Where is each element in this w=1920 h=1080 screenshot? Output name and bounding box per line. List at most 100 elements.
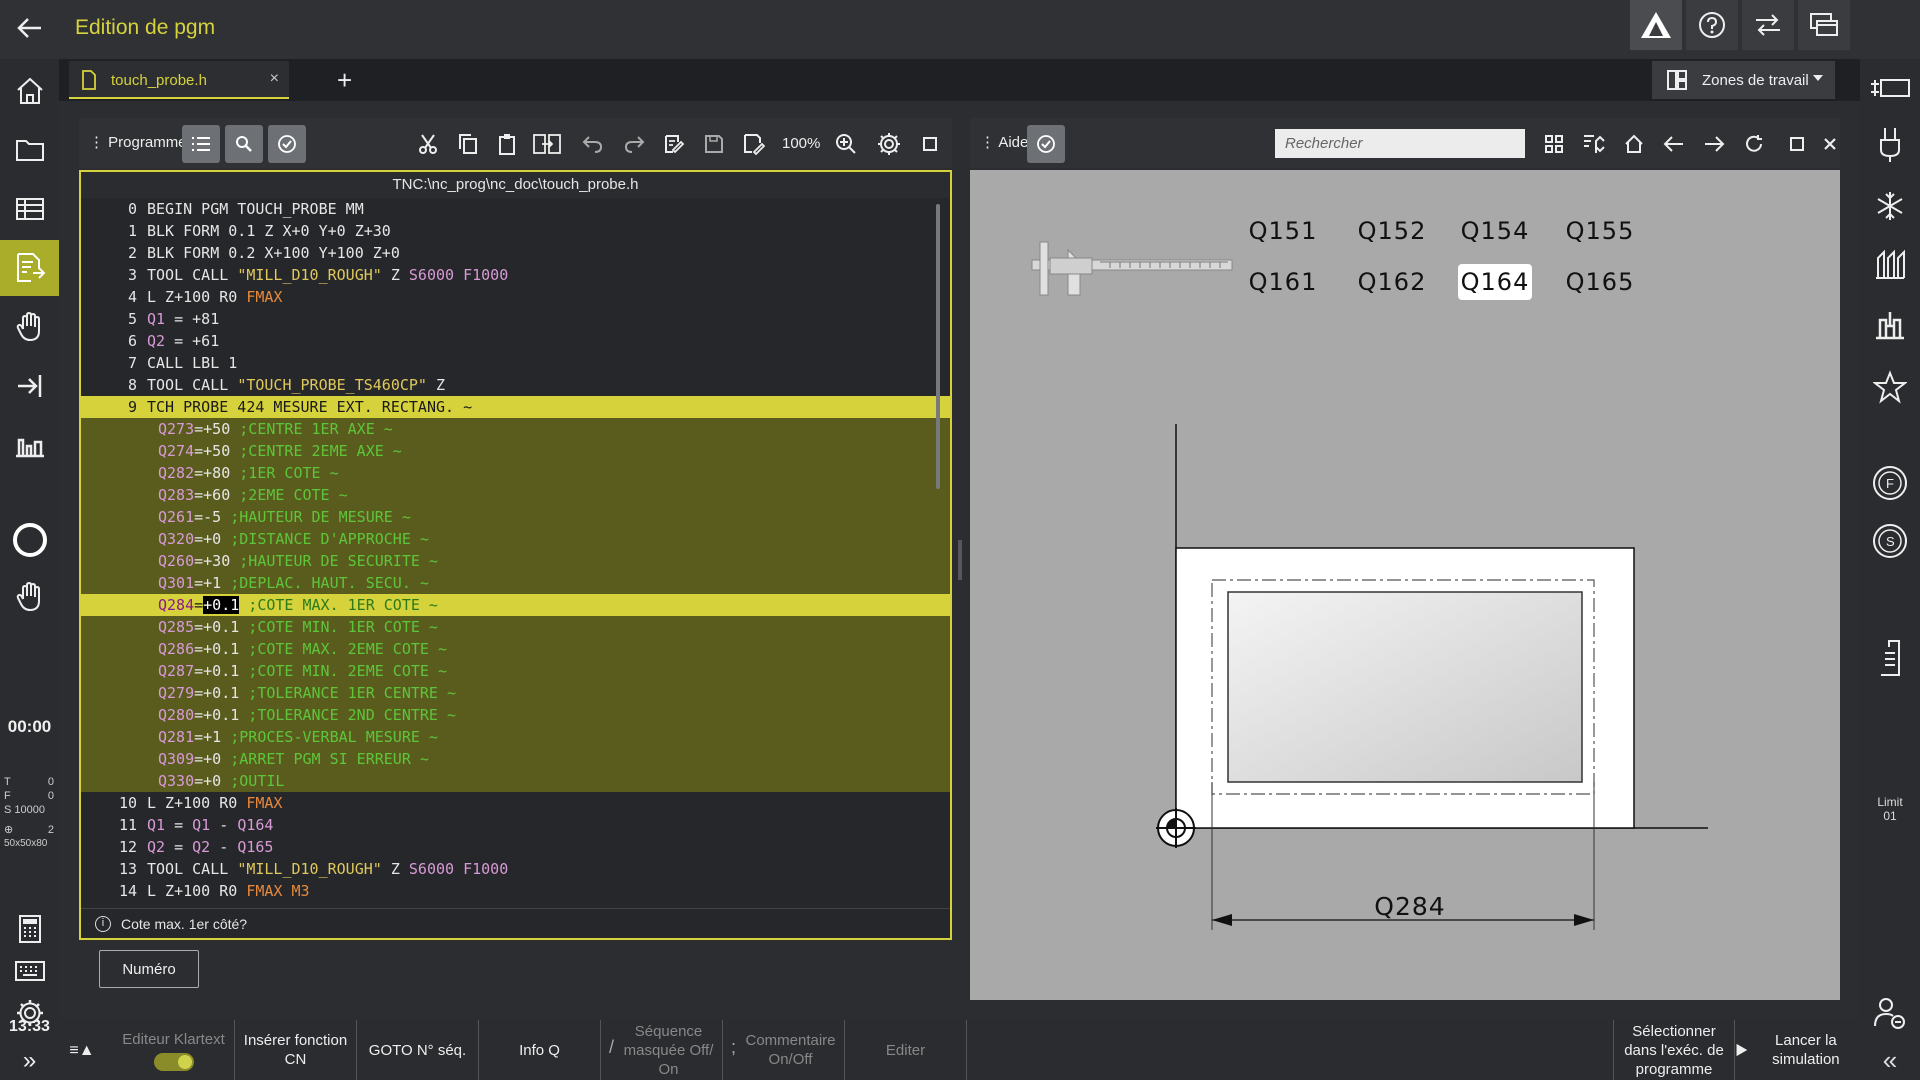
axis-button[interactable] [1860,631,1920,683]
favorites-button[interactable] [1860,361,1920,413]
undo-button[interactable] [574,125,612,163]
user-button[interactable] [1860,987,1920,1039]
nav-machine[interactable] [0,417,59,473]
measure-button[interactable] [1860,239,1920,291]
feed-override-button[interactable]: F [1860,457,1920,509]
windows-button[interactable] [1798,0,1850,50]
comment-toggle-button[interactable]: ; Commentaire On/Off [723,1020,845,1080]
edit-button[interactable]: Editer [845,1020,967,1080]
code-line[interactable]: 0 BEGIN PGM TOUCH_PROBE MM [81,198,950,220]
q-button[interactable]: Q154 [1458,213,1532,249]
help-check-button[interactable] [1027,125,1065,163]
expand-sidebar-button[interactable]: » [0,1047,59,1075]
collapse-button[interactable]: « [1860,1045,1920,1075]
info-q-button[interactable]: Info Q [479,1020,601,1080]
nc-editor[interactable]: TNC:\nc_prog\nc_doc\touch_probe.h 0 BEGIN… [79,170,952,940]
code-line[interactable]: Q273=+50 ;CENTRE 1ER AXE ~ [81,418,950,440]
goto-block-button[interactable]: GOTO N° séq. [357,1020,479,1080]
redo-button[interactable] [615,125,653,163]
help-grid-button[interactable] [1535,125,1573,163]
q-button[interactable]: Q152 [1355,213,1429,249]
editor-scrollbar[interactable] [936,204,940,489]
code-line[interactable]: Q285=+0.1 ;COTE MIN. 1ER COTE ~ [81,616,950,638]
code-line[interactable]: 14 L Z+100 R0 FMAX M3 [81,880,950,902]
transfer-button[interactable] [1742,0,1794,50]
zones-dropdown[interactable]: Zones de travail [1652,61,1835,99]
spindle-override-button[interactable]: S [1860,515,1920,567]
copy-button[interactable] [449,125,487,163]
numero-button[interactable]: Numéro [99,950,199,988]
code-line[interactable]: 1 BLK FORM 0.1 Z X+0 Y+0 Z+30 [81,220,950,242]
code-line[interactable]: 8 TOOL CALL "TOUCH_PROBE_TS460CP" Z [81,374,950,396]
file-tab[interactable]: touch_probe.h × [69,61,289,99]
tool-button[interactable] [1860,119,1920,171]
coolant-button[interactable] [1860,180,1920,232]
nav-program-edit[interactable] [0,240,59,296]
nav-manual[interactable] [0,299,59,355]
klartext-switch[interactable] [153,1052,194,1071]
help-forward-button[interactable] [1695,125,1733,163]
code-line[interactable]: 11 Q1 = Q1 - Q164 [81,814,950,836]
code-line[interactable]: 13 TOOL CALL "MILL_D10_ROUGH" Z S6000 F10… [81,858,950,880]
nav-execute[interactable] [0,358,59,414]
code-line[interactable]: 4 L Z+100 R0 FMAX [81,286,950,308]
warning-button[interactable] [1630,0,1682,50]
code-line[interactable]: Q283=+60 ;2EME COTE ~ [81,484,950,506]
help-close-button[interactable] [1811,125,1849,163]
q-button[interactable]: Q165 [1563,264,1637,300]
close-tab-button[interactable]: × [270,70,279,88]
code-line[interactable]: 3 TOOL CALL "MILL_D10_ROUGH" Z S6000 F100… [81,264,950,286]
paste-button[interactable] [488,125,526,163]
help-home-button[interactable] [1615,125,1653,163]
code-line[interactable]: Q286=+0.1 ;COTE MAX. 2EME COTE ~ [81,638,950,660]
code-line[interactable]: Q320=+0 ;DISTANCE D'APPROCHE ~ [81,528,950,550]
code-line[interactable]: Q301=+1 ;DEPLAC. HAUT. SECU. ~ [81,572,950,594]
insert-nc-function-button[interactable]: Insérer fonction CN [235,1020,357,1080]
code-line[interactable]: Q280=+0.1 ;TOLERANCE 2ND CENTRE ~ [81,704,950,726]
code-line[interactable]: Q260=+30 ;HAUTEUR DE SECURITE ~ [81,550,950,572]
select-in-execution-button[interactable]: Sélectionner dans l'exéc. de programme [1613,1020,1735,1080]
list-view-button[interactable] [182,125,220,163]
manual-override[interactable] [0,569,59,625]
code-line[interactable]: 6 Q2 = +61 [81,330,950,352]
nav-home[interactable] [0,63,59,119]
program-settings-button[interactable] [870,125,908,163]
code-line[interactable]: Q261=-5 ;HAUTEUR DE MESURE ~ [81,506,950,528]
search-button[interactable] [225,125,263,163]
code-line[interactable]: Q330=+0 ;OUTIL [81,770,950,792]
help-refresh-button[interactable] [1735,125,1773,163]
nav-tables[interactable] [0,181,59,237]
code-line[interactable]: 9 TCH PROBE 424 MESURE EXT. RECTANG. ~ [81,396,950,418]
menu-button[interactable]: ≡▲ [59,1020,105,1080]
zoom-button[interactable] [827,125,865,163]
code-line[interactable]: 7 CALL LBL 1 [81,352,950,374]
code-listing[interactable]: 0 BEGIN PGM TOUCH_PROBE MM 1 BLK FORM 0.1 Z… [81,198,950,902]
code-line[interactable]: 12 Q2 = Q2 - Q165 [81,836,950,858]
code-line[interactable]: 5 Q1 = +81 [81,308,950,330]
add-tab-button[interactable]: + [337,65,352,96]
machine-view-button[interactable] [1860,62,1920,114]
klartext-toggle[interactable]: Editeur Klartext [113,1020,235,1080]
maximize-button[interactable] [911,125,949,163]
code-line[interactable]: 10 L Z+100 R0 FMAX [81,792,950,814]
launch-simulation-button[interactable]: Lancer la simulation [1735,1020,1857,1080]
probe-button[interactable] [1860,299,1920,351]
code-line[interactable]: Q287=+0.1 ;COTE MIN. 2EME COTE ~ [81,660,950,682]
code-line[interactable]: Q309=+0 ;ARRET PGM SI ERREUR ~ [81,748,950,770]
q-button[interactable]: Q164 [1458,264,1532,300]
help-back-button[interactable] [1655,125,1693,163]
help-button[interactable] [1686,0,1738,50]
save-as-button[interactable] [735,125,773,163]
q-button[interactable]: Q155 [1563,213,1637,249]
edit-line-button[interactable] [655,125,693,163]
code-line[interactable]: Q282=+80 ;1ER COTE ~ [81,462,950,484]
code-line[interactable]: Q274=+50 ;CENTRE 2EME AXE ~ [81,440,950,462]
cut-button[interactable] [409,125,447,163]
code-line[interactable]: 2 BLK FORM 0.2 X+100 Y+100 Z+0 [81,242,950,264]
code-line[interactable]: Q281=+1 ;PROCES-VERBAL MESURE ~ [81,726,950,748]
panel-splitter[interactable] [958,540,962,580]
code-line[interactable]: Q284=+0.1 ;COTE MAX. 1ER COTE ~ [81,594,950,616]
q-button[interactable]: Q151 [1246,213,1320,249]
help-search-input[interactable]: Rechercher [1275,129,1525,158]
compare-button[interactable] [528,125,566,163]
